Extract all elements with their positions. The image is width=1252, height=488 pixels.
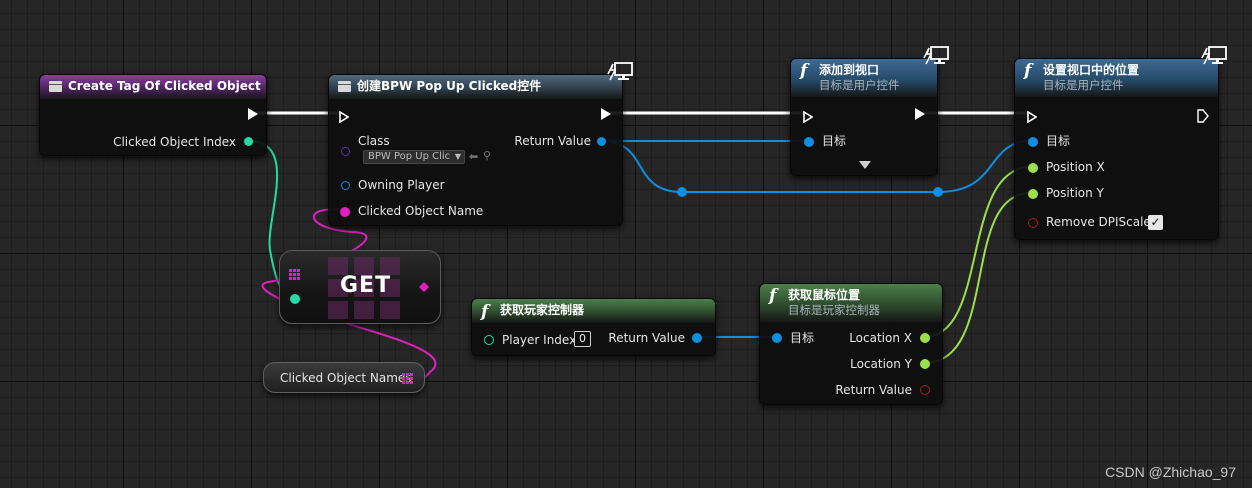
reroute-node[interactable]	[677, 187, 687, 197]
add-to-viewport-title: 添加到视口	[819, 63, 880, 77]
clicked-object-names-variable[interactable]: Clicked Object Names	[263, 362, 425, 393]
add-to-viewport-subtitle: 目标是用户控件	[819, 78, 900, 92]
class-pin[interactable]	[341, 147, 350, 156]
set-position-node[interactable]: f 设置视口中的位置 目标是用户控件 目标 Position X Positio…	[1014, 58, 1219, 240]
player-index-label: Player Index	[502, 333, 577, 347]
event-node-header[interactable]: Create Tag Of Clicked Object	[40, 75, 266, 99]
player-index-pin[interactable]	[484, 335, 494, 345]
get-mouse-position-header[interactable]: f 获取鼠标位置 目标是玩家控制器	[760, 284, 942, 322]
clicked-object-name-label: Clicked Object Name	[358, 204, 484, 218]
return-value-pin[interactable]	[692, 333, 702, 343]
create-widget-header[interactable]: 创建BPW Pop Up Clicked控件	[329, 75, 622, 99]
player-index-input[interactable]: 0	[574, 331, 591, 347]
exec-in-pin[interactable]	[1027, 108, 1038, 124]
create-widget-title: 创建BPW Pop Up Clicked控件	[357, 79, 542, 93]
return-value-label: Return Value	[514, 134, 591, 148]
create-widget-node[interactable]: 创建BPW Pop Up Clicked控件 Class BPW Pop Up …	[328, 74, 623, 226]
array-pin[interactable]	[402, 373, 414, 385]
return-value-pin[interactable]	[920, 385, 930, 395]
array-get-node[interactable]: GET	[279, 250, 441, 324]
get-player-controller-node[interactable]: f 获取玩家控制器 Player Index 0 Return Value	[471, 298, 716, 356]
get-player-controller-title: 获取玩家控制器	[500, 303, 585, 317]
function-icon: f	[769, 286, 777, 306]
get-player-controller-header[interactable]: f 获取玩家控制器	[472, 299, 715, 323]
remove-dpi-scale-label: Remove DPIScale	[1046, 215, 1151, 229]
event-box-icon	[49, 81, 62, 92]
event-node-title: Create Tag Of Clicked Object	[68, 79, 261, 93]
expand-arrow-icon[interactable]	[859, 161, 871, 169]
output-name-pin[interactable]	[419, 282, 429, 292]
get-mouse-position-node[interactable]: f 获取鼠标位置 目标是玩家控制器 目标 Location X Location…	[759, 283, 943, 405]
function-icon: f	[1024, 61, 1032, 81]
class-dropdown[interactable]: BPW Pop Up Clic ▼	[363, 150, 465, 164]
function-icon: f	[481, 302, 489, 322]
target-pin[interactable]	[1028, 137, 1038, 147]
target-label: 目标	[1046, 134, 1071, 148]
exec-in-pin[interactable]	[803, 108, 814, 124]
return-value-label: Return Value	[608, 331, 685, 345]
return-value-pin[interactable]	[597, 137, 606, 146]
class-label: Class	[358, 134, 390, 148]
remove-dpi-scale-pin[interactable]	[1028, 218, 1038, 228]
clicked-object-name-pin[interactable]	[340, 207, 350, 217]
watermark: CSDN @Zhichao_97	[1105, 464, 1236, 480]
index-pin[interactable]	[290, 294, 300, 304]
clicked-object-index-pin[interactable]	[244, 137, 253, 146]
target-label: 目标	[790, 331, 815, 345]
location-x-label: Location X	[849, 331, 912, 345]
chevron-down-icon: ▼	[454, 152, 461, 161]
get-mouse-position-title: 获取鼠标位置	[788, 288, 861, 302]
exec-out-pin[interactable]	[1197, 108, 1209, 123]
target-pin[interactable]	[772, 333, 782, 343]
array-pin[interactable]	[289, 269, 301, 281]
location-x-pin[interactable]	[920, 333, 930, 343]
use-selected-arrow-icon[interactable]: ⬅	[469, 150, 478, 163]
remove-dpi-scale-checkbox[interactable]: ✓	[1148, 215, 1163, 230]
get-mouse-position-subtitle: 目标是玩家控制器	[788, 303, 880, 317]
reroute-node[interactable]	[933, 187, 943, 197]
set-position-subtitle: 目标是用户控件	[1043, 78, 1124, 92]
add-to-viewport-header[interactable]: f 添加到视口 目标是用户控件	[791, 59, 937, 97]
return-value-label: Return Value	[835, 383, 912, 397]
widget-box-icon	[338, 81, 351, 92]
clicked-object-index-label: Clicked Object Index	[113, 135, 236, 149]
monitor-icon	[1201, 46, 1227, 65]
exec-out-pin[interactable]	[248, 108, 258, 120]
exec-in-pin[interactable]	[339, 108, 350, 124]
owning-player-pin[interactable]	[341, 181, 350, 190]
exec-out-pin[interactable]	[915, 108, 925, 120]
monitor-icon	[607, 62, 633, 81]
exec-out-pin[interactable]	[601, 108, 611, 120]
set-position-title: 设置视口中的位置	[1043, 63, 1140, 77]
event-node[interactable]: Create Tag Of Clicked Object Clicked Obj…	[39, 74, 267, 156]
get-node-title: GET	[340, 273, 392, 298]
clicked-object-names-label: Clicked Object Names	[280, 371, 412, 385]
position-y-label: Position Y	[1046, 186, 1104, 200]
function-icon: f	[800, 61, 808, 81]
location-y-pin[interactable]	[920, 359, 930, 369]
monitor-icon	[923, 46, 949, 65]
set-position-header[interactable]: f 设置视口中的位置 目标是用户控件	[1015, 59, 1218, 97]
browse-search-icon[interactable]: ⚲	[483, 149, 491, 162]
class-dropdown-value: BPW Pop Up Clic	[368, 151, 451, 162]
target-label: 目标	[822, 134, 847, 148]
owning-player-label: Owning Player	[358, 178, 445, 192]
target-pin[interactable]	[804, 137, 814, 147]
add-to-viewport-node[interactable]: f 添加到视口 目标是用户控件 目标	[790, 58, 938, 176]
position-x-label: Position X	[1046, 160, 1105, 174]
position-y-pin[interactable]	[1028, 189, 1038, 199]
location-y-label: Location Y	[850, 357, 912, 371]
position-x-pin[interactable]	[1028, 163, 1038, 173]
